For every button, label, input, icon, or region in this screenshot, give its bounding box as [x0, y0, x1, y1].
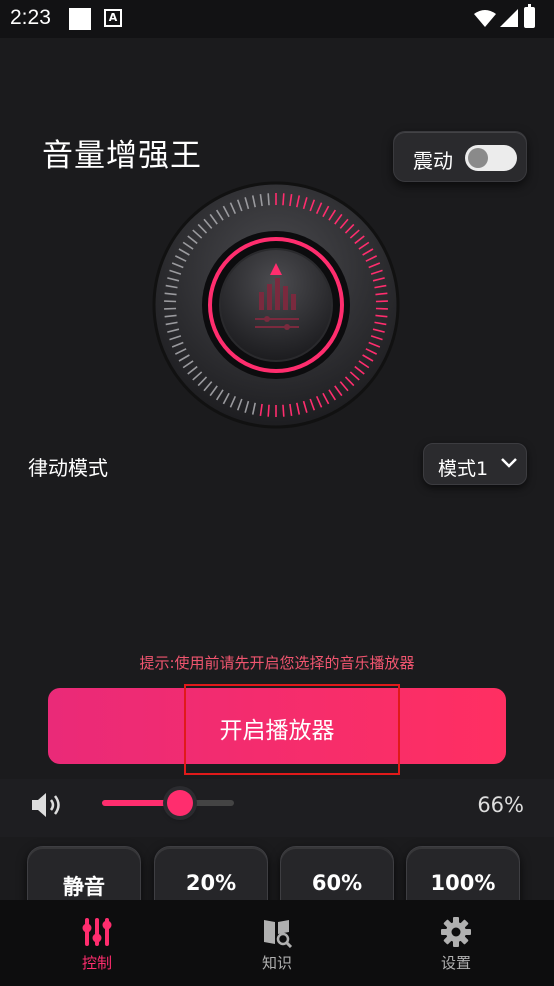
status-time: 2:23	[10, 6, 51, 29]
gear-icon	[441, 917, 471, 947]
tab-settings[interactable]: 设置	[396, 900, 516, 986]
volume-20-label: 20%	[185, 871, 237, 895]
volume-60-label: 60%	[311, 871, 363, 895]
dial-tick	[267, 193, 270, 206]
book-icon	[264, 920, 293, 948]
vibrate-toggle-box[interactable]: 震动	[393, 131, 527, 182]
vibrate-label: 震动	[413, 149, 453, 173]
toggle-knob	[468, 148, 488, 168]
notification-a-icon: A	[104, 9, 122, 27]
signal-icon	[500, 9, 518, 27]
tab-control[interactable]: 控制	[37, 900, 157, 986]
dial-tick	[267, 404, 270, 417]
notification-square-icon	[69, 8, 91, 30]
mode-value: 模式1	[438, 458, 489, 480]
sliders-icon	[82, 918, 112, 946]
chevron-down-icon	[501, 458, 517, 468]
mode-label: 律动模式	[28, 456, 108, 480]
volume-row: 66%	[0, 779, 554, 837]
tab-control-label: 控制	[81, 954, 112, 972]
dial-tick	[282, 193, 285, 206]
mute-label: 静音	[63, 875, 105, 899]
vibrate-toggle[interactable]	[465, 145, 517, 171]
mode-select[interactable]: 模式1	[423, 443, 527, 485]
volume-slider-handle[interactable]	[167, 790, 194, 816]
volume-dial[interactable]	[151, 180, 401, 430]
tab-knowledge-label: 知识	[261, 954, 292, 972]
tab-settings-label: 设置	[440, 954, 471, 972]
speaker-icon[interactable]	[30, 792, 64, 818]
highlight-frame	[184, 684, 400, 775]
volume-percent: 66%	[477, 793, 524, 817]
bottom-tab-bar: 控制 知识 设置	[0, 900, 554, 986]
dial-tick	[282, 404, 285, 417]
wifi-icon	[474, 10, 496, 27]
hint-text: 提示:使用前请先开启您选择的音乐播放器	[139, 654, 415, 672]
app-title: 音量增强王	[42, 138, 202, 174]
status-bar: 2:23 A	[0, 0, 554, 38]
tab-knowledge[interactable]: 知识	[217, 900, 337, 986]
battery-icon	[524, 4, 535, 28]
volume-100-label: 100%	[430, 871, 496, 895]
